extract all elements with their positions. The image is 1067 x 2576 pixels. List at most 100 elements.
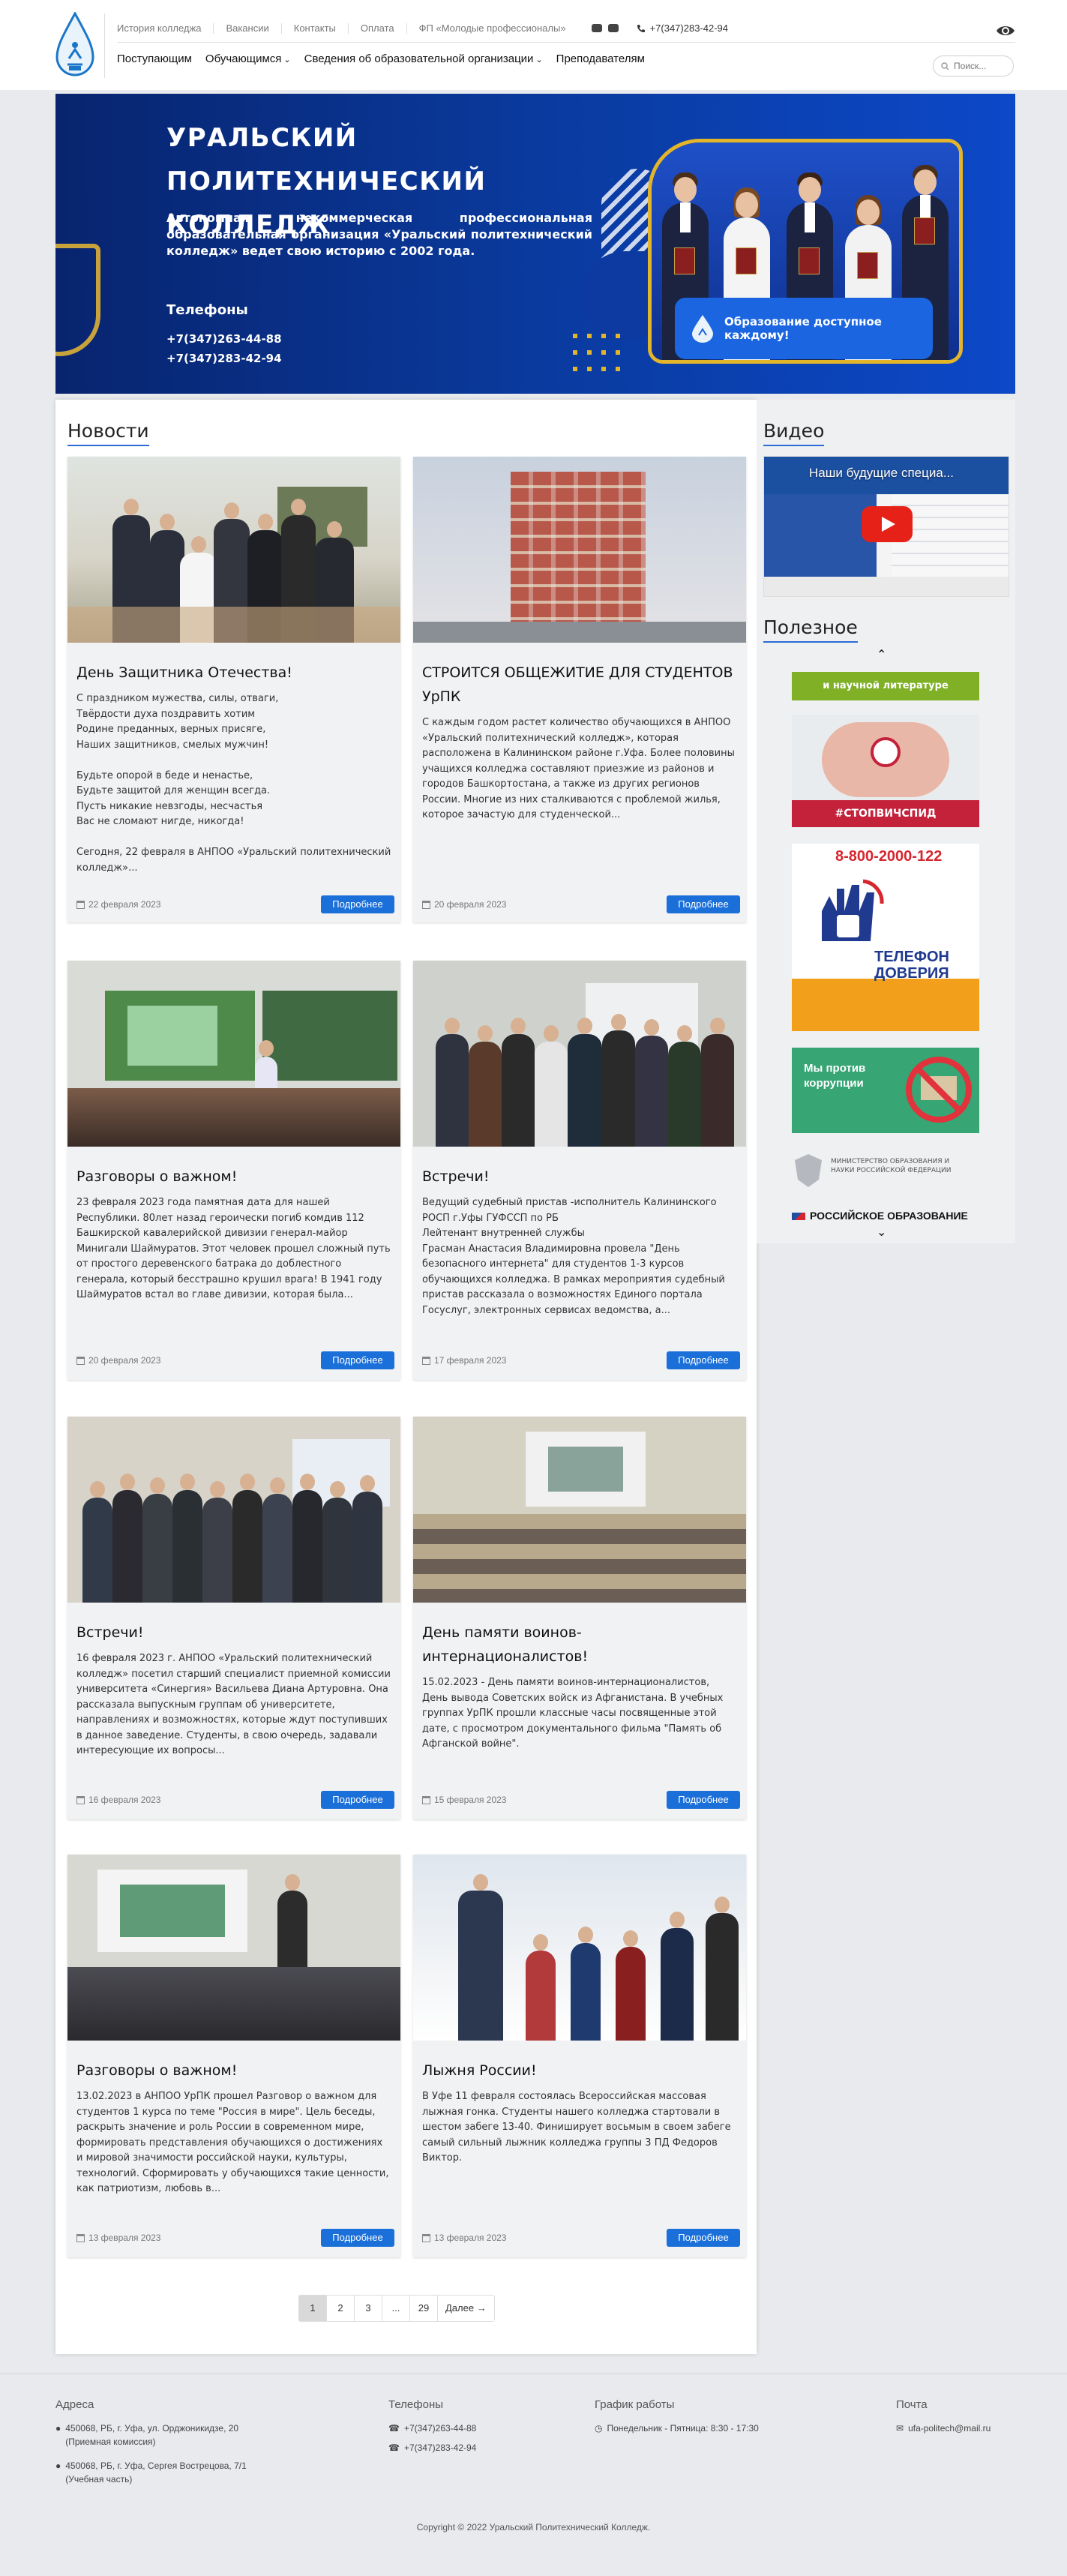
news-image[interactable] xyxy=(67,961,400,1147)
news-title[interactable]: Встречи! xyxy=(76,1621,391,1645)
calendar-icon xyxy=(422,1795,430,1804)
more-button[interactable]: Подробнее xyxy=(667,1791,740,1809)
news-date-text: 20 февраля 2023 xyxy=(434,899,507,910)
news-date: 17 февраля 2023 xyxy=(422,1355,506,1366)
news-title[interactable]: Разговоры о важном! xyxy=(76,2059,391,2083)
chevron-up-icon[interactable]: ⌃ xyxy=(877,647,886,661)
news-heading-text: Новости xyxy=(67,420,149,442)
news-excerpt: Ведущий судебный пристав -исполнитель Ка… xyxy=(422,1197,725,1316)
play-icon[interactable] xyxy=(862,506,913,542)
youtube-icon[interactable] xyxy=(591,24,602,32)
news-title[interactable]: Лыжня России! xyxy=(422,2059,737,2083)
news-date: 16 февраля 2023 xyxy=(76,1795,160,1805)
header-line xyxy=(117,42,1015,43)
video-player[interactable]: Наши будущие специа... xyxy=(763,456,1009,597)
topnav-payment[interactable]: Оплата xyxy=(361,22,394,34)
nav-teachers[interactable]: Преподавателям xyxy=(556,52,645,65)
news-date: 15 февраля 2023 xyxy=(422,1795,506,1805)
chevron-down-icon: ⌄ xyxy=(535,55,543,64)
calendar-icon xyxy=(76,2233,85,2242)
topnav-contacts[interactable]: Контакты xyxy=(294,22,336,34)
useful-banner-literature-text: и научной литературе xyxy=(823,680,949,691)
news-title[interactable]: День Защитника Отечества! xyxy=(76,661,391,685)
nav-organization-info[interactable]: Сведения об образовательной организации ⌄ xyxy=(304,52,543,65)
nav-students[interactable]: Обучающимся ⌄ xyxy=(205,52,291,65)
useful-banner-literature[interactable]: и научной литературе xyxy=(792,672,979,700)
news-title[interactable]: День памяти воинов-интернационалистов! xyxy=(422,1621,737,1669)
page-3[interactable]: 3 xyxy=(355,2296,382,2321)
more-button[interactable]: Подробнее xyxy=(321,1791,394,1809)
news-excerpt: В Уфе 11 февраля состоялась Всероссийска… xyxy=(422,2091,731,2164)
useful-banner-russian-education[interactable]: РОССИЙСКОЕ ОБРАЗОВАНИЕ xyxy=(792,1208,979,1226)
vk-icon[interactable] xyxy=(607,24,619,32)
news-image[interactable] xyxy=(67,457,400,643)
news-excerpt: 13.02.2023 в АНПОО УрПК прошел Разговор … xyxy=(76,2091,389,2194)
news-image[interactable] xyxy=(67,1855,400,2041)
topnav-vacancies[interactable]: Вакансии xyxy=(226,22,268,34)
heading-underline xyxy=(763,641,858,643)
news-image[interactable] xyxy=(413,961,746,1147)
header-divider xyxy=(104,13,105,78)
more-button[interactable]: Подробнее xyxy=(667,1351,740,1369)
calendar-icon xyxy=(76,1795,85,1804)
header-phone[interactable]: +7(347)283-42-94 xyxy=(637,22,728,34)
footer-schedule-row: ◷ Понедельник - Пятница: 8:30 - 17:30 xyxy=(595,2422,820,2435)
news-date-text: 22 февраля 2023 xyxy=(88,899,161,910)
search-box[interactable] xyxy=(933,55,1014,76)
footer-phone-2[interactable]: ☎ +7(347)283-42-94 xyxy=(388,2441,553,2455)
more-button[interactable]: Подробнее xyxy=(667,895,740,913)
banner-phones-title: Телефоны xyxy=(166,302,248,318)
more-button[interactable]: Подробнее xyxy=(321,895,394,913)
footer-phone-1[interactable]: ☎ +7(347)263-44-88 xyxy=(388,2422,553,2435)
russian-education-label: РОССИЙСКОЕ ОБРАЗОВАНИЕ xyxy=(810,1210,968,1222)
search-input[interactable] xyxy=(954,61,1006,71)
news-title[interactable]: Встречи! xyxy=(422,1165,737,1189)
site-header: История колледжа Вакансии Контакты Оплат… xyxy=(0,0,1067,90)
hero-banner: УРАЛЬСКИЙ ПОЛИТЕХНИЧЕСКИЙ КОЛЛЕДЖ Автоно… xyxy=(55,94,1015,394)
topnav-separator xyxy=(280,22,282,34)
news-image[interactable] xyxy=(413,1417,746,1603)
page-2[interactable]: 2 xyxy=(327,2296,355,2321)
useful-banner-hotline[interactable]: 8-800-2000-122 ТЕЛЕФОН ДОВЕРИЯ xyxy=(792,844,979,1031)
news-date-text: 20 февраля 2023 xyxy=(88,1355,161,1366)
news-image[interactable] xyxy=(413,457,746,643)
news-card: Разговоры о важном! 13.02.2023 в АНПОО У… xyxy=(67,1855,400,2257)
news-title[interactable]: Разговоры о важном! xyxy=(76,1165,391,1189)
useful-banner-ministry[interactable]: МИНИСТЕРСТВО ОБРАЗОВАНИЯ И НАУКИ РОССИЙС… xyxy=(792,1147,979,1192)
chevron-down-icon[interactable]: ⌄ xyxy=(877,1225,886,1239)
footer-mail-row[interactable]: ✉ ufa-politech@mail.ru xyxy=(896,2422,1046,2435)
news-image[interactable] xyxy=(67,1417,400,1603)
topnav-history[interactable]: История колледжа xyxy=(117,22,201,34)
eye-icon[interactable] xyxy=(996,21,1015,40)
footer-address-2-text: 450068, РБ, г. Уфа, Сергея Вострецова, 7… xyxy=(65,2461,247,2471)
more-button[interactable]: Подробнее xyxy=(321,1351,394,1369)
footer-phone-2-text: +7(347)283-42-94 xyxy=(403,2443,477,2453)
useful-banner-anticorruption[interactable]: Мы против коррупции xyxy=(792,1048,979,1133)
more-button[interactable]: Подробнее xyxy=(321,2229,394,2247)
main-nav: Поступающим Обучающимся ⌄ Сведения об обр… xyxy=(117,52,645,65)
news-title[interactable]: СТРОИТСЯ ОБЩЕЖИТИЕ ДЛЯ СТУДЕНТОВ УрПК xyxy=(422,661,737,709)
mail-icon: ✉ xyxy=(896,2423,904,2434)
news-excerpt: 23 февраля 2023 года памятная дата для н… xyxy=(76,1197,391,1300)
news-image[interactable] xyxy=(413,1855,746,2041)
location-pin-icon: ● xyxy=(55,2461,61,2471)
nav-students-label: Обучающимся xyxy=(205,52,282,65)
footer-schedule-title: График работы xyxy=(595,2398,675,2411)
news-date-text: 15 февраля 2023 xyxy=(434,1795,507,1805)
news-excerpt: 16 февраля 2023 г. АНПОО «Уральский поли… xyxy=(76,1653,391,1756)
useful-banner-stop-hiv[interactable]: #СТОПВИЧСПИД xyxy=(792,715,979,827)
page-next[interactable]: Далее → xyxy=(438,2296,494,2321)
anticorruption-label: Мы против коррупции xyxy=(804,1062,866,1090)
clock-icon: ◷ xyxy=(595,2423,603,2434)
college-logo[interactable] xyxy=(55,12,94,78)
topnav-separator xyxy=(347,22,349,34)
nav-applicants[interactable]: Поступающим xyxy=(117,52,192,65)
page-1[interactable]: 1 xyxy=(299,2296,327,2321)
more-button[interactable]: Подробнее xyxy=(667,2229,740,2247)
footer-address-1: ● 450068, РБ, г. Уфа, ул. Орджоникидзе, … xyxy=(55,2422,325,2449)
no-bribe-icon xyxy=(906,1057,972,1123)
topnav-young-professionals[interactable]: ФП «Молодые профессионалы» xyxy=(419,22,566,34)
page-29[interactable]: 29 xyxy=(410,2296,438,2321)
dots-decoration xyxy=(573,334,625,379)
ministry-label: МИНИСТЕРСТВО ОБРАЗОВАНИЯ И НАУКИ РОССИЙС… xyxy=(831,1158,952,1174)
